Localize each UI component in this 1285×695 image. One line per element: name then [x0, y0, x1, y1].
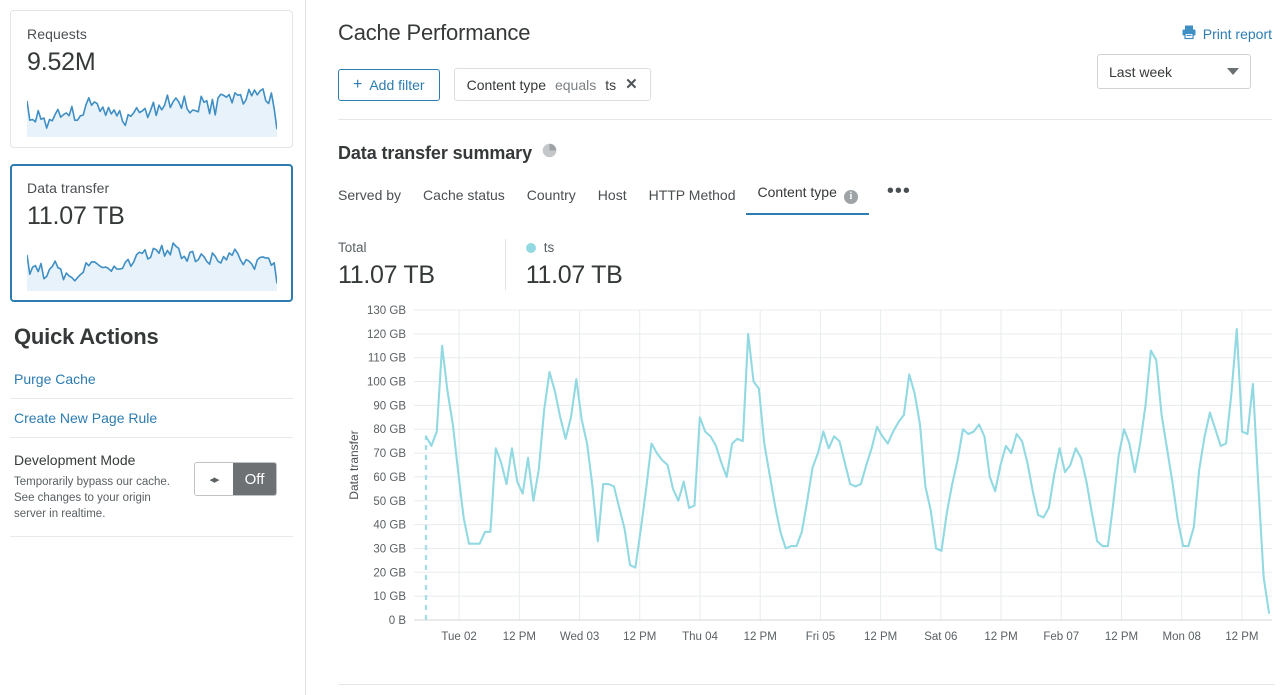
tab-country[interactable]: Country	[516, 183, 587, 212]
x-axis-tick-label: 12 PM	[744, 631, 777, 643]
main-header: Cache Performance Print report	[306, 0, 1285, 120]
y-axis-tick-label: 30 GB	[373, 543, 406, 555]
filter-chip-operator: equals	[555, 77, 596, 93]
x-axis-tick-label: 12 PM	[984, 631, 1017, 643]
x-axis-tick-label: 12 PM	[623, 631, 656, 643]
close-icon[interactable]: ✕	[625, 77, 638, 92]
y-axis-tick-label: 90 GB	[373, 400, 406, 412]
x-axis-tick-label: Mon 08	[1163, 631, 1201, 643]
data-transfer-sparkline	[27, 239, 277, 291]
metric-label: Requests	[27, 25, 276, 43]
requests-sparkline	[27, 85, 277, 137]
quick-action-purge-cache[interactable]: Purge Cache	[10, 360, 293, 399]
development-mode-toggle[interactable]: ◂▸ Off	[194, 462, 277, 496]
x-axis-title: Time (local)	[816, 651, 878, 652]
page-title: Cache Performance	[338, 18, 530, 48]
tab-label: Cache status	[423, 187, 505, 203]
x-axis-tick-label: Feb 07	[1043, 631, 1079, 643]
x-axis-tick-label: Thu 04	[682, 631, 718, 643]
x-axis-tick-label: Tue 02	[441, 631, 476, 643]
chevron-down-icon	[1227, 68, 1239, 75]
series-line-ts[interactable]	[426, 329, 1269, 613]
printer-icon	[1181, 24, 1197, 43]
more-tabs-button[interactable]: •••	[869, 180, 921, 215]
tab-label: Served by	[338, 187, 401, 203]
y-axis-tick-label: 70 GB	[373, 448, 406, 460]
tab-host[interactable]: Host	[587, 183, 638, 212]
date-range-select[interactable]: Last week	[1097, 54, 1251, 89]
y-axis-tick-label: 20 GB	[373, 567, 406, 579]
x-axis-tick-label: Sat 06	[924, 631, 957, 643]
y-axis-tick-label: 60 GB	[373, 472, 406, 484]
y-axis-tick-label: 0 B	[389, 615, 407, 627]
tab-served-by[interactable]: Served by	[338, 183, 412, 212]
date-range-value: Last week	[1109, 64, 1172, 80]
tab-http-method[interactable]: HTTP Method	[638, 183, 747, 212]
totals-row: Total 11.07 TB ts 11.07 TB	[338, 239, 1272, 290]
quick-actions-title: Quick Actions	[14, 324, 293, 350]
chart-svg[interactable]: 0 B 10 GB 20 GB 30 GB 40 GB 50 GB 60 GB 70 GB 80…	[342, 302, 1272, 652]
quick-action-create-page-rule[interactable]: Create New Page Rule	[10, 399, 293, 438]
y-axis-tick-label: 120 GB	[367, 329, 406, 341]
metric-value: 11.07 TB	[27, 199, 276, 233]
summary-title: Data transfer summary	[338, 143, 532, 164]
card-bottom-divider	[338, 684, 1275, 685]
total-value: 11.07 TB	[526, 261, 623, 290]
add-filter-label: Add filter	[369, 77, 424, 93]
filter-chip-field: Content type	[467, 77, 546, 93]
total-block-ts: ts 11.07 TB	[505, 239, 663, 290]
development-mode-description: Temporarily bypass our cache. See change…	[14, 474, 174, 522]
metric-value: 9.52M	[27, 45, 276, 79]
plus-icon: +	[353, 77, 362, 93]
filter-chip-content-type[interactable]: Content type equals ts ✕	[454, 68, 651, 101]
quick-actions-list: Purge Cache Create New Page Rule Develop…	[10, 360, 293, 537]
y-axis-title: Data transfer	[347, 430, 361, 499]
y-axis-tick-label: 10 GB	[373, 591, 406, 603]
y-axis-tick-label: 100 GB	[367, 377, 406, 389]
tab-label: HTTP Method	[649, 187, 736, 203]
metric-label: Data transfer	[27, 179, 276, 197]
total-label: ts	[544, 239, 555, 257]
tab-content-type[interactable]: Content type i	[746, 180, 868, 215]
x-axis-tick-label: Wed 03	[560, 631, 599, 643]
pie-chart-icon	[541, 142, 558, 164]
add-filter-button[interactable]: + Add filter	[338, 69, 440, 101]
x-axis-tick-label: 12 PM	[1225, 631, 1258, 643]
y-axis-tick-label: 50 GB	[373, 496, 406, 508]
x-axis-tick-label: 12 PM	[503, 631, 536, 643]
x-axis-tick-label: 12 PM	[864, 631, 897, 643]
y-axis-tick-label: 110 GB	[368, 353, 406, 365]
x-axis-tick-label: Fri 05	[806, 631, 835, 643]
total-value: 11.07 TB	[338, 261, 435, 290]
toggle-state-label: Off	[233, 463, 276, 495]
info-icon[interactable]: i	[844, 190, 858, 204]
tab-cache-status[interactable]: Cache status	[412, 183, 516, 212]
cache-performance-dashboard: Requests 9.52M Data transfer 11.07 TB Qu…	[0, 0, 1285, 695]
filter-chip-value: ts	[605, 77, 616, 93]
total-block-overall: Total 11.07 TB	[338, 239, 475, 290]
y-axis-tick-label: 130 GB	[367, 305, 406, 317]
print-report-label: Print report	[1203, 26, 1272, 42]
tab-label: Country	[527, 187, 576, 203]
tab-label: Host	[598, 187, 627, 203]
total-label: Total	[338, 239, 435, 257]
tab-label: Content type	[757, 184, 836, 200]
y-axis-tick-label: 40 GB	[373, 520, 406, 532]
summary-tabs: Served by Cache status Country Host HTTP…	[338, 180, 1272, 215]
print-report-link[interactable]: Print report	[1181, 24, 1272, 43]
filter-row: + Add filter Content type equals ts ✕ La…	[338, 68, 1272, 101]
y-axis-tick-label: 80 GB	[373, 424, 406, 436]
metric-card-data-transfer[interactable]: Data transfer 11.07 TB	[10, 164, 293, 302]
data-transfer-summary-card: Data transfer summary Served by Cache st…	[306, 120, 1285, 657]
legend-dot-ts	[526, 243, 536, 253]
sidebar: Requests 9.52M Data transfer 11.07 TB Qu…	[0, 0, 306, 695]
metric-card-requests[interactable]: Requests 9.52M	[10, 10, 293, 148]
x-axis-tick-label: 12 PM	[1105, 631, 1138, 643]
toggle-handle-icon[interactable]: ◂▸	[195, 463, 233, 495]
data-transfer-chart[interactable]: 0 B 10 GB 20 GB 30 GB 40 GB 50 GB 60 GB 70 GB 80…	[338, 302, 1272, 657]
development-mode-block: Development Mode Temporarily bypass our …	[10, 438, 293, 537]
main-panel: Cache Performance Print report	[306, 0, 1285, 695]
